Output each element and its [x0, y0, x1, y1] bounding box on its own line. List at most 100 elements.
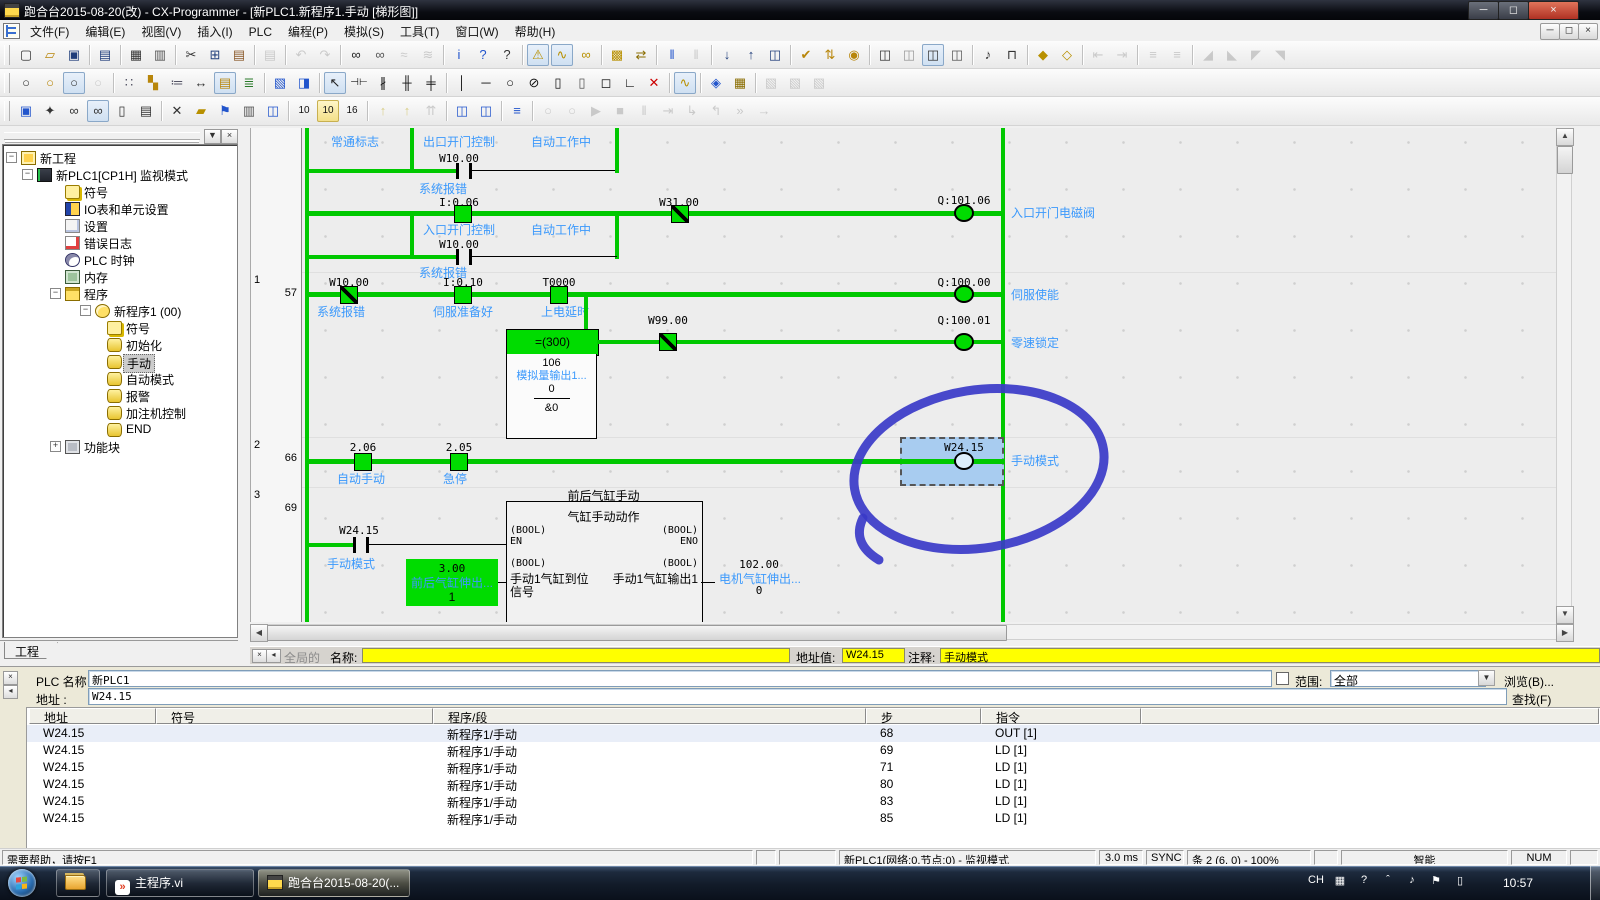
show-comments-icon[interactable]: ▧ — [269, 72, 291, 94]
symbol-bar-back-icon[interactable]: ◂ — [266, 649, 281, 663]
minimize-button[interactable]: ─ — [1468, 1, 1499, 20]
browse-button[interactable]: 浏览(B)... — [1504, 673, 1554, 690]
tree-item-programs[interactable]: −程序 — [3, 285, 237, 302]
menu-item-视图(V)[interactable]: 视图(V) — [133, 20, 189, 41]
vertical-scroll-thumb[interactable] — [1557, 146, 1573, 174]
taskbar-button-labview[interactable]: »主程序.vi — [106, 869, 254, 897]
save-project-icon[interactable]: ▣ — [63, 44, 85, 66]
tree-item-program-1[interactable]: −新程序1 (00) — [3, 302, 237, 319]
new-view-window-icon[interactable]: ▣ — [15, 100, 37, 122]
contact-bar[interactable] — [456, 163, 459, 179]
close-button[interactable]: × — [1528, 1, 1579, 20]
volume-icon[interactable]: ♪ — [1402, 874, 1422, 886]
menu-item-模拟(S)[interactable]: 模拟(S) — [336, 20, 392, 41]
tree-item-new-project[interactable]: −新工程 — [3, 149, 237, 166]
online-user-icon[interactable]: ◉ — [843, 44, 865, 66]
network-icon[interactable]: ▯ — [1450, 874, 1470, 887]
differential-monitor-icon[interactable]: ◫ — [451, 100, 473, 122]
set-password-icon[interactable]: ◆ — [1032, 44, 1054, 66]
menu-item-插入(I)[interactable]: 插入(I) — [189, 20, 240, 41]
delete-tool-icon[interactable]: ✕ — [643, 72, 665, 94]
reference-row[interactable]: W24.15新程序1/手动68OUT [1] — [27, 725, 1600, 742]
open-project-icon[interactable]: ▱ — [39, 44, 61, 66]
column-header-步[interactable]: 步 — [866, 708, 981, 724]
new-coil-icon[interactable]: ○ — [499, 72, 521, 94]
show-desktop-button[interactable] — [1590, 866, 1600, 900]
symbol-bar-close-icon[interactable]: × — [252, 649, 267, 663]
action-center-icon[interactable]: ⚑ — [1426, 874, 1446, 887]
monitor-mode-icon[interactable]: ∿ — [551, 44, 573, 66]
transfer-program-icon[interactable]: ⇅ — [819, 44, 841, 66]
menu-item-编程(P)[interactable]: 编程(P) — [280, 20, 336, 41]
contact-t0000[interactable] — [550, 286, 568, 304]
print-preview-icon[interactable]: ▥ — [149, 44, 171, 66]
new-instruction-2-icon[interactable]: ▯ — [571, 72, 593, 94]
coil-q101-06[interactable] — [954, 204, 974, 222]
scope-combobox[interactable]: 全部 — [1330, 670, 1486, 687]
online-edit-rungs-icon[interactable]: ◫ — [475, 100, 497, 122]
dialog-view-icon[interactable]: ◫ — [262, 100, 284, 122]
address-reference-tool-icon[interactable]: ▰ — [190, 100, 212, 122]
panel-dropdown-icon[interactable]: ▼ — [204, 129, 221, 144]
monitor-find-icon[interactable]: ∞ — [575, 44, 597, 66]
program-check-icon[interactable]: ✔ — [795, 44, 817, 66]
page-setup-icon[interactable]: ▤ — [94, 44, 116, 66]
taskbar-clock[interactable]: 10:57 — [1492, 866, 1544, 900]
tree-item-memory[interactable]: 内存 — [3, 268, 237, 285]
language-indicator[interactable]: CH — [1306, 874, 1326, 886]
column-header-指令[interactable]: 指令 — [981, 708, 1141, 724]
new-instruction-icon[interactable]: ▯ — [547, 72, 569, 94]
contact-2-05[interactable] — [450, 453, 468, 471]
column-header-程序/段[interactable]: 程序/段 — [433, 708, 866, 724]
watch-sheet-icon[interactable]: ◈ — [705, 72, 727, 94]
tree-item-section-end[interactable]: END — [3, 421, 237, 438]
collapse-icon[interactable]: − — [50, 288, 61, 299]
tray-expand-icon[interactable]: ˆ — [1378, 874, 1398, 886]
find-icon[interactable]: ∞ — [345, 44, 367, 66]
zoom-to-fit-icon[interactable]: ○ — [63, 72, 85, 94]
tree-item-plc-node[interactable]: −新PLC1[CP1H] 监视模式 — [3, 166, 237, 183]
release-password-icon[interactable]: ◇ — [1056, 44, 1078, 66]
contact-i0-10[interactable] — [454, 286, 472, 304]
cross-reference-report-icon[interactable]: ✕ — [166, 100, 188, 122]
column-header-符号[interactable]: 符号 — [156, 708, 433, 724]
contact-bar[interactable] — [353, 537, 356, 553]
zoom-in-icon[interactable]: ○ — [15, 72, 37, 94]
reference-row[interactable]: W24.15新程序1/手动85LD [1] — [27, 810, 1600, 827]
new-fb-parameter-icon[interactable]: ∟ — [619, 72, 641, 94]
mdi-minimize-button[interactable]: ─ — [1540, 23, 1560, 40]
new-or-contact-icon[interactable]: ╫ — [396, 72, 418, 94]
monitor-decimal-icon[interactable]: 10 — [293, 100, 315, 122]
address-field[interactable]: W24.15 — [88, 688, 1507, 705]
tree-item-error-log[interactable]: 错误日志 — [3, 234, 237, 251]
plc-calendar-icon[interactable]: ▦ — [729, 72, 751, 94]
tree-item-function-blocks[interactable]: +功能块 — [3, 438, 237, 455]
ime-help-icon[interactable]: ? — [1354, 874, 1374, 886]
window-split-1-icon[interactable]: ◫ — [874, 44, 896, 66]
tree-item-section-auto[interactable]: 自动模式 — [3, 370, 237, 387]
scope-checkbox[interactable] — [1276, 672, 1289, 685]
reference-row[interactable]: W24.15新程序1/手动80LD [1] — [27, 776, 1600, 793]
tree-item-section-alarm[interactable]: 报警 — [3, 387, 237, 404]
ladder-diagram[interactable]: 1 57 2 66 3 69 常通标志 出口开门控制 自动工作中 W10.00 … — [250, 128, 1557, 622]
monitor-glasses-icon[interactable]: ∿ — [674, 72, 696, 94]
reference-row[interactable]: W24.15新程序1/手动83LD [1] — [27, 793, 1600, 810]
fb-input-operand-cell[interactable]: 3.00 前后气缸伸出... 1 — [406, 559, 498, 606]
expand-icon[interactable]: + — [50, 441, 61, 452]
zoom-custom-icon[interactable]: ○ — [39, 72, 61, 94]
scroll-up-icon[interactable]: ▲ — [1556, 128, 1574, 146]
horizontal-scroll-thumb[interactable] — [267, 625, 1007, 641]
mdi-restore-button[interactable]: ◻ — [1559, 23, 1579, 40]
tree-item-section-manual[interactable]: 手动 — [3, 353, 237, 370]
tree-item-program-symbols[interactable]: 符号 — [3, 319, 237, 336]
instruction-block-equals[interactable]: =(300) — [506, 329, 599, 356]
menu-item-编辑(E)[interactable]: 编辑(E) — [77, 20, 133, 41]
tree-item-section-init[interactable]: 初始化 — [3, 336, 237, 353]
plc-name-field[interactable]: 新PLC1 — [88, 670, 1272, 687]
window-split-2-icon[interactable]: ◫ — [898, 44, 920, 66]
help-topics-icon[interactable]: ? — [472, 44, 494, 66]
panel-collapse-icon[interactable]: ◂ — [3, 685, 18, 699]
scroll-right-icon[interactable]: ▶ — [1556, 624, 1574, 642]
maximize-button[interactable]: ◻ — [1498, 1, 1529, 20]
show-overview-icon[interactable]: ▚ — [142, 72, 164, 94]
